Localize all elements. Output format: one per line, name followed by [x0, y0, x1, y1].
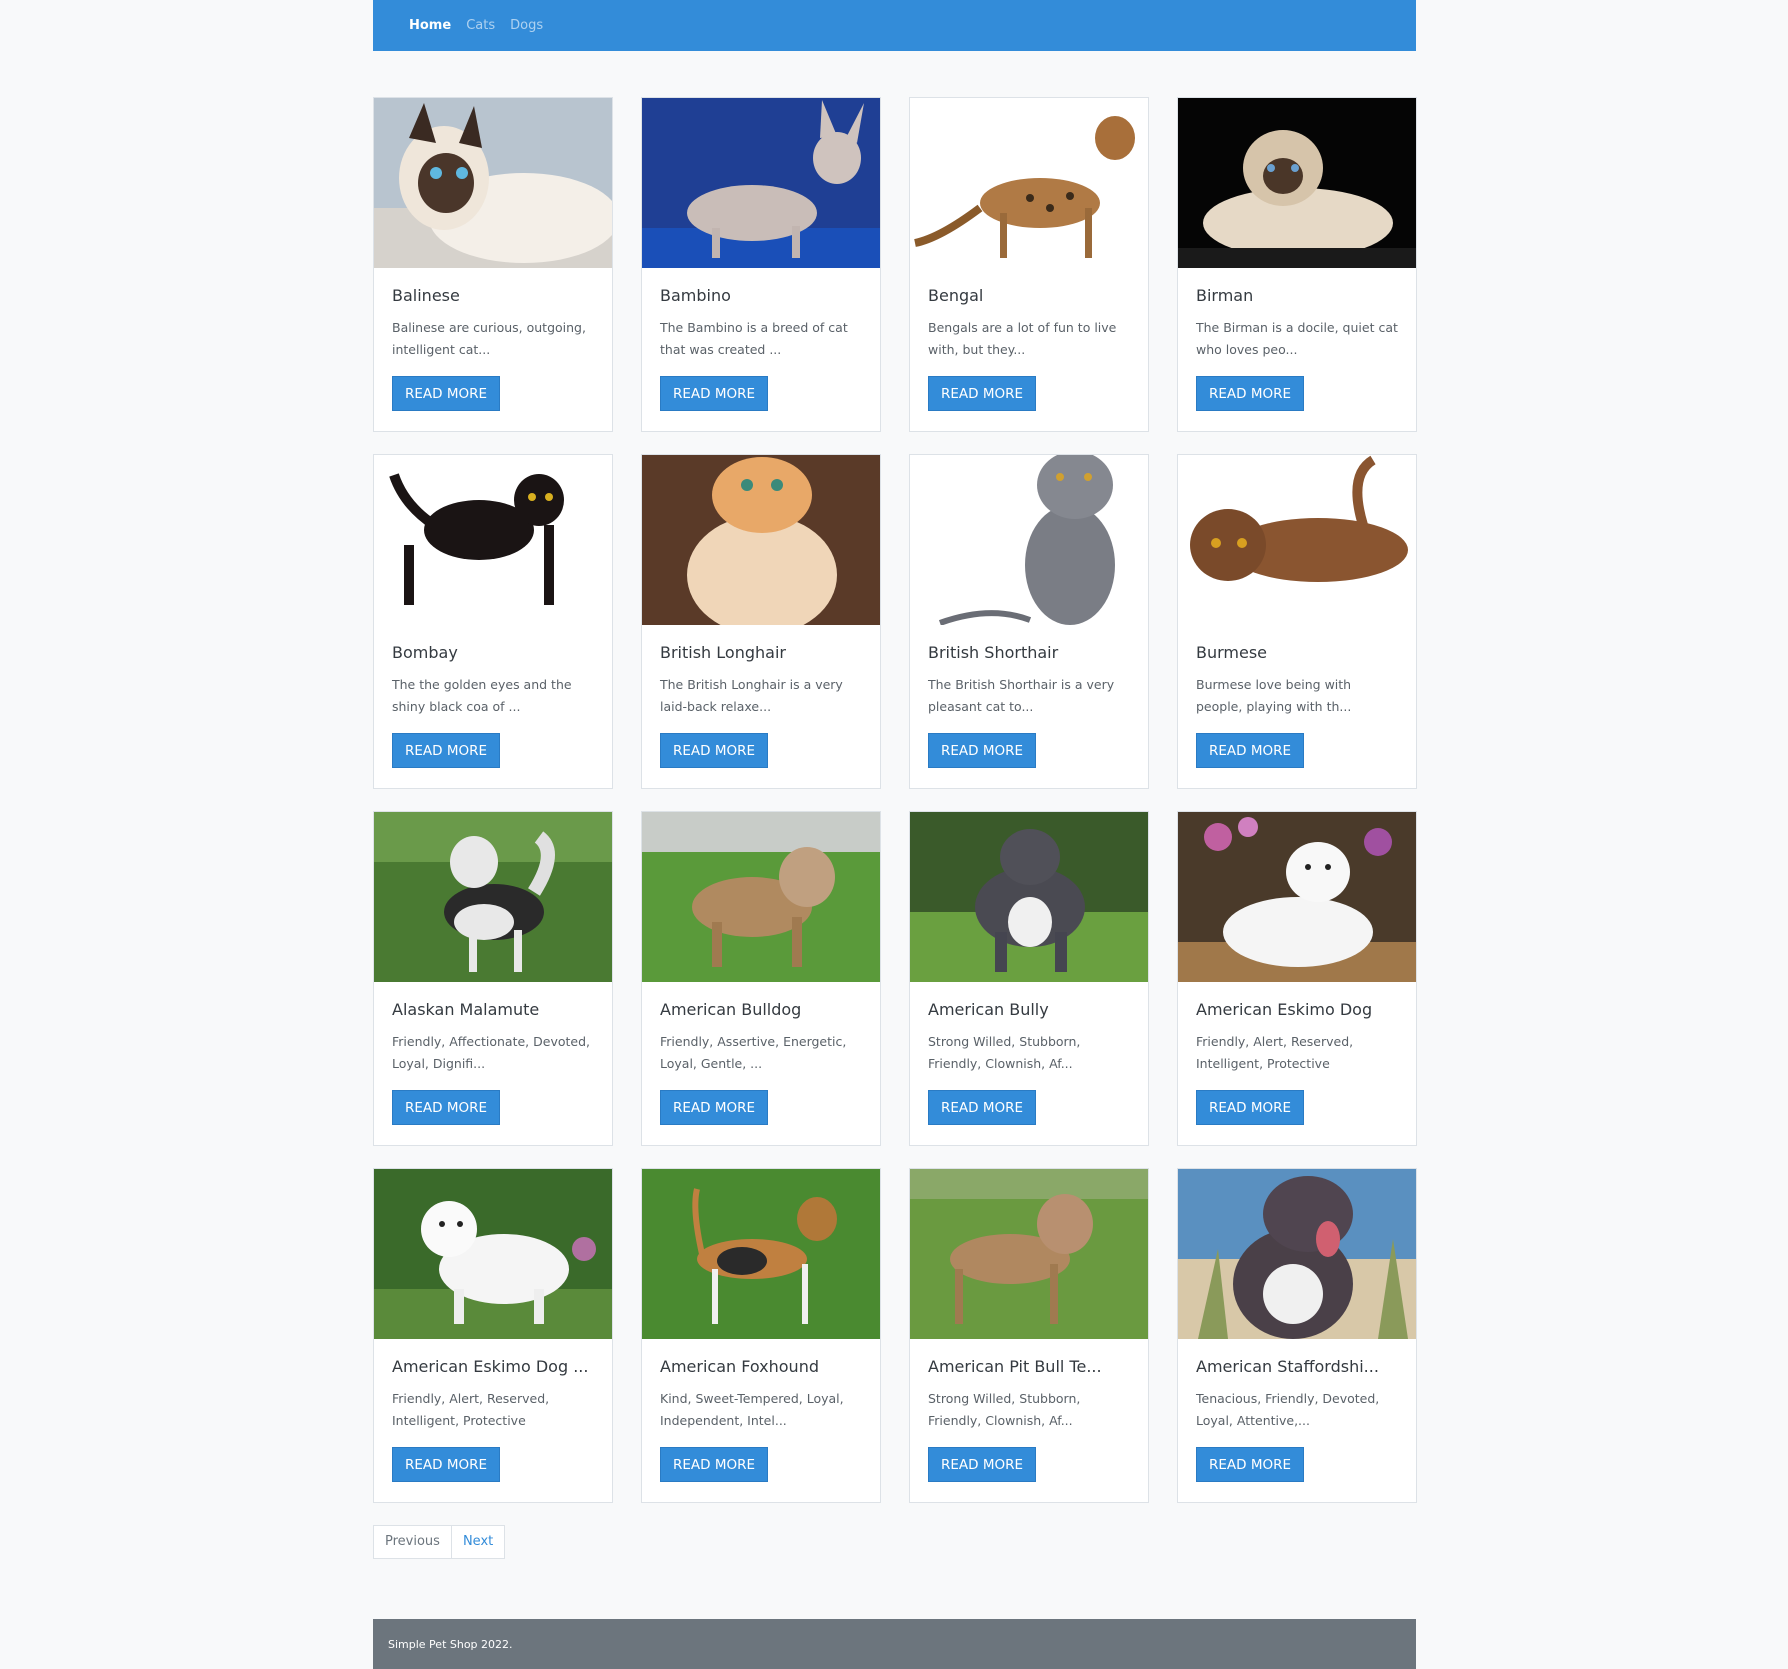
pet-card: American Bulldog Friendly, Assertive, En… — [641, 811, 881, 1146]
pet-card: Bambino The Bambino is a breed of cat th… — [641, 97, 881, 432]
pet-description: The British Longhair is a very laid-back… — [660, 677, 843, 714]
pet-name: American Bully — [928, 1000, 1049, 1019]
pet-card: Bengal Bengals are a lot of fun to live … — [909, 97, 1149, 432]
pet-photo — [642, 455, 880, 625]
page-footer: Simple Pet Shop 2022. — [373, 1619, 1416, 1669]
pet-card: British Shorthair The British Shorthair … — [909, 454, 1149, 789]
pet-description: Friendly, Alert, Reserved, Intelligent, … — [392, 1391, 550, 1428]
pet-card: American Pit Bull Te... Strong Willed, S… — [909, 1168, 1149, 1503]
pet-description: Friendly, Alert, Reserved, Intelligent, … — [1196, 1034, 1354, 1071]
pagination: Previous Next — [373, 1525, 506, 1559]
read-more-button[interactable]: READ MORE — [392, 733, 501, 768]
pet-photo — [910, 98, 1148, 268]
read-more-button[interactable]: READ MORE — [1196, 1447, 1305, 1482]
pet-photo — [910, 812, 1148, 982]
pet-photo — [374, 98, 612, 268]
nav-home-link[interactable]: Home — [409, 18, 451, 33]
read-more-button[interactable]: READ MORE — [660, 1090, 769, 1125]
nav-cats-link[interactable]: Cats — [466, 18, 495, 33]
pet-description: Bengals are a lot of fun to live with, b… — [928, 320, 1117, 357]
read-more-button[interactable]: READ MORE — [928, 1090, 1037, 1125]
read-more-button[interactable]: READ MORE — [928, 376, 1037, 411]
pet-description: The the golden eyes and the shiny black … — [392, 677, 572, 714]
previous-page-button[interactable]: Previous — [374, 1526, 452, 1558]
footer-text: Simple Pet Shop 2022. — [388, 1637, 513, 1651]
page-container: Home Cats Dogs Balinese Balinese are cur… — [373, 0, 1417, 1669]
pet-card: Balinese Balinese are curious, outgoing,… — [373, 97, 613, 432]
pet-photo — [642, 98, 880, 268]
pet-description: Strong Willed, Stubborn, Friendly, Clown… — [928, 1034, 1081, 1071]
pet-card: Birman The Birman is a docile, quiet cat… — [1177, 97, 1417, 432]
pet-card: Burmese Burmese love being with people, … — [1177, 454, 1417, 789]
pet-name: American Staffordshi... — [1196, 1357, 1379, 1376]
pet-description: Tenacious, Friendly, Devoted, Loyal, Att… — [1196, 1391, 1380, 1428]
pet-card: American Bully Strong Willed, Stubborn, … — [909, 811, 1149, 1146]
pet-name: British Longhair — [660, 643, 786, 662]
pet-photo — [1178, 1169, 1416, 1339]
read-more-button[interactable]: READ MORE — [660, 376, 769, 411]
pet-description: Friendly, Affectionate, Devoted, Loyal, … — [392, 1034, 590, 1071]
pet-name: American Bulldog — [660, 1000, 802, 1019]
pet-photo — [374, 455, 612, 625]
pet-name: Burmese — [1196, 643, 1268, 662]
pet-photo — [374, 812, 612, 982]
pet-card: American Eskimo Dog Friendly, Alert, Res… — [1177, 811, 1417, 1146]
pet-photo — [1178, 98, 1416, 268]
pet-description: The British Shorthair is a very pleasant… — [928, 677, 1115, 714]
pet-photo — [1178, 812, 1416, 982]
pet-name: Birman — [1196, 286, 1254, 305]
pet-description: Kind, Sweet-Tempered, Loyal, Independent… — [660, 1391, 844, 1428]
pet-card-grid: Balinese Balinese are curious, outgoing,… — [373, 97, 1417, 1503]
pet-card: American Foxhound Kind, Sweet-Tempered, … — [641, 1168, 881, 1503]
pet-card: American Eskimo Dog ... Friendly, Alert,… — [373, 1168, 613, 1503]
pet-name: Bambino — [660, 286, 731, 305]
pet-name: Alaskan Malamute — [392, 1000, 540, 1019]
pet-description: Friendly, Assertive, Energetic, Loyal, G… — [660, 1034, 847, 1071]
pet-description: Balinese are curious, outgoing, intellig… — [392, 320, 586, 357]
pet-photo — [642, 812, 880, 982]
read-more-button[interactable]: READ MORE — [1196, 733, 1305, 768]
pet-name: Bengal — [928, 286, 984, 305]
pet-photo — [910, 455, 1148, 625]
read-more-button[interactable]: READ MORE — [392, 1447, 501, 1482]
pet-card: Bombay The the golden eyes and the shiny… — [373, 454, 613, 789]
pet-name: American Foxhound — [660, 1357, 819, 1376]
read-more-button[interactable]: READ MORE — [392, 1090, 501, 1125]
pet-name: American Eskimo Dog — [1196, 1000, 1373, 1019]
pet-card: American Staffordshi... Tenacious, Frien… — [1177, 1168, 1417, 1503]
pet-photo — [910, 1169, 1148, 1339]
read-more-button[interactable]: READ MORE — [660, 1447, 769, 1482]
pet-card: British Longhair The British Longhair is… — [641, 454, 881, 789]
top-navbar: Home Cats Dogs — [373, 0, 1416, 51]
read-more-button[interactable]: READ MORE — [392, 376, 501, 411]
pet-description: Burmese love being with people, playing … — [1196, 677, 1352, 714]
pet-description: Strong Willed, Stubborn, Friendly, Clown… — [928, 1391, 1081, 1428]
nav-dogs-link[interactable]: Dogs — [510, 18, 543, 33]
read-more-button[interactable]: READ MORE — [928, 733, 1037, 768]
pet-name: British Shorthair — [928, 643, 1059, 662]
pet-name: American Pit Bull Te... — [928, 1357, 1102, 1376]
read-more-button[interactable]: READ MORE — [1196, 1090, 1305, 1125]
pet-photo — [642, 1169, 880, 1339]
pet-photo — [374, 1169, 612, 1339]
pet-description: The Bambino is a breed of cat that was c… — [660, 320, 848, 357]
read-more-button[interactable]: READ MORE — [1196, 376, 1305, 411]
next-page-button[interactable]: Next — [452, 1526, 504, 1558]
pet-card: Alaskan Malamute Friendly, Affectionate,… — [373, 811, 613, 1146]
pet-name: Balinese — [392, 286, 460, 305]
pet-name: Bombay — [392, 643, 458, 662]
pet-name: American Eskimo Dog ... — [392, 1357, 589, 1376]
read-more-button[interactable]: READ MORE — [928, 1447, 1037, 1482]
read-more-button[interactable]: READ MORE — [660, 733, 769, 768]
pet-photo — [1178, 455, 1416, 625]
pet-description: The Birman is a docile, quiet cat who lo… — [1196, 320, 1398, 357]
